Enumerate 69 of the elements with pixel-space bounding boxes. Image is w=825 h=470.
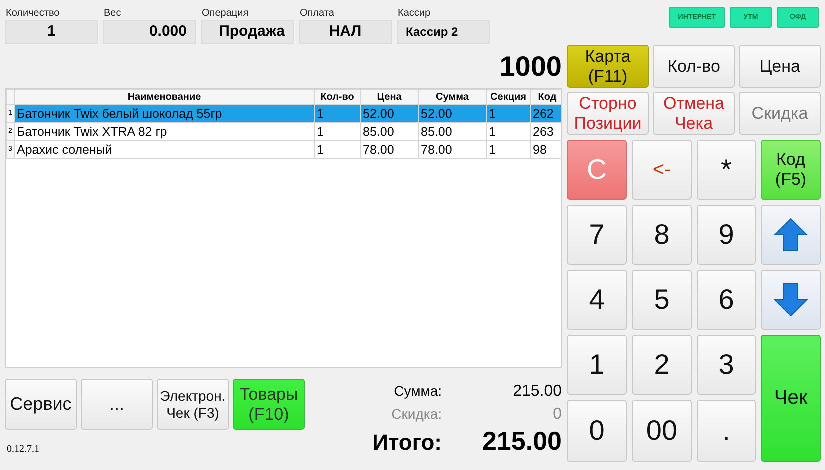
up-button[interactable] xyxy=(761,205,821,265)
table-cell: 262 xyxy=(530,104,561,122)
table-cell: Арахис соленый xyxy=(14,140,314,158)
action-button[interactable]: Кол-во xyxy=(653,45,735,88)
table-cell: Батончик Twix XTRA 82 гр xyxy=(14,122,314,140)
action-button[interactable]: Сторно Позиции xyxy=(567,92,649,135)
column-header: Сумма xyxy=(418,90,486,104)
total-label: Итого: xyxy=(372,430,443,456)
action-button[interactable]: Цена xyxy=(739,45,821,88)
counter-value: 1000 xyxy=(500,50,562,84)
field-label: Кассир xyxy=(397,7,432,20)
table-cell: 1 xyxy=(486,122,530,140)
discount-label: Скидка: xyxy=(390,405,443,424)
toolbar-button[interactable]: Сервис xyxy=(5,379,77,430)
keypad-key[interactable]: 1 xyxy=(567,335,627,395)
down-button[interactable] xyxy=(761,270,821,330)
total-value: 215.00 xyxy=(481,426,562,457)
field-value: 0.000 xyxy=(103,20,196,44)
column-header: Цена xyxy=(360,90,418,104)
discount-value: 0 xyxy=(552,405,562,425)
receipt-button[interactable]: Чек xyxy=(761,335,821,462)
table-cell: 85.00 xyxy=(360,122,418,140)
field-value: 1 xyxy=(5,20,98,44)
toolbar-button[interactable]: Товары (F10) xyxy=(233,379,305,430)
code-button[interactable]: Код (F5) xyxy=(761,140,821,200)
keypad-key[interactable]: 4 xyxy=(567,270,627,330)
keypad-key[interactable]: * xyxy=(697,140,756,200)
action-button[interactable]: Отмена Чека xyxy=(653,92,735,135)
table-cell: 85.00 xyxy=(418,122,486,140)
backspace-key[interactable]: <- xyxy=(632,140,692,200)
field-value: Кассир 2 xyxy=(397,20,490,44)
keypad-key[interactable]: . xyxy=(697,400,756,462)
keypad-key[interactable]: 6 xyxy=(697,270,756,330)
table-cell: 1 xyxy=(314,140,360,158)
keypad-key[interactable]: 3 xyxy=(697,335,756,395)
field-label: Операция xyxy=(201,7,250,20)
table-cell: Батончик Twix белый шоколад 55гр xyxy=(14,104,314,122)
column-header: Кол-во xyxy=(314,90,360,104)
keypad-key[interactable]: 2 xyxy=(632,335,692,395)
keypad-key[interactable]: 00 xyxy=(632,400,692,462)
table-cell: 52.00 xyxy=(360,104,418,122)
version-label: 0.12.7.1 xyxy=(7,444,40,455)
table-cell: 1 xyxy=(314,104,360,122)
field-label: Количество xyxy=(5,7,61,20)
table-cell: 78.00 xyxy=(418,140,486,158)
column-header: Секция xyxy=(486,90,530,104)
field-value: Продажа xyxy=(201,20,294,44)
sum-value: 215.00 xyxy=(512,382,562,402)
up-arrow-icon xyxy=(774,217,808,253)
table-cell: 1 xyxy=(486,140,530,158)
table-cell: 52.00 xyxy=(418,104,486,122)
table-cell: 1 xyxy=(314,122,360,140)
down-arrow-icon xyxy=(774,282,808,318)
keypad-key[interactable]: 8 xyxy=(632,205,692,265)
field-value: НАЛ xyxy=(299,20,392,44)
sum-label: Сумма: xyxy=(393,382,443,401)
keypad-key[interactable]: 5 xyxy=(632,270,692,330)
column-header: Код xyxy=(530,90,561,104)
action-button[interactable]: Карта (F11) xyxy=(567,45,649,88)
field-label: Вес xyxy=(103,7,122,20)
table-cell: 1 xyxy=(486,104,530,122)
keypad-key[interactable]: 7 xyxy=(567,205,627,265)
toolbar-button[interactable]: ... xyxy=(81,379,153,430)
toolbar-button[interactable]: Электрон. Чек (F3) xyxy=(157,379,229,430)
keypad-key[interactable]: 9 xyxy=(697,205,756,265)
field-label: Оплата xyxy=(299,7,336,20)
keypad-key[interactable]: 0 xyxy=(567,400,627,462)
column-header: Наименование xyxy=(14,90,314,104)
table-cell: 78.00 xyxy=(360,140,418,158)
